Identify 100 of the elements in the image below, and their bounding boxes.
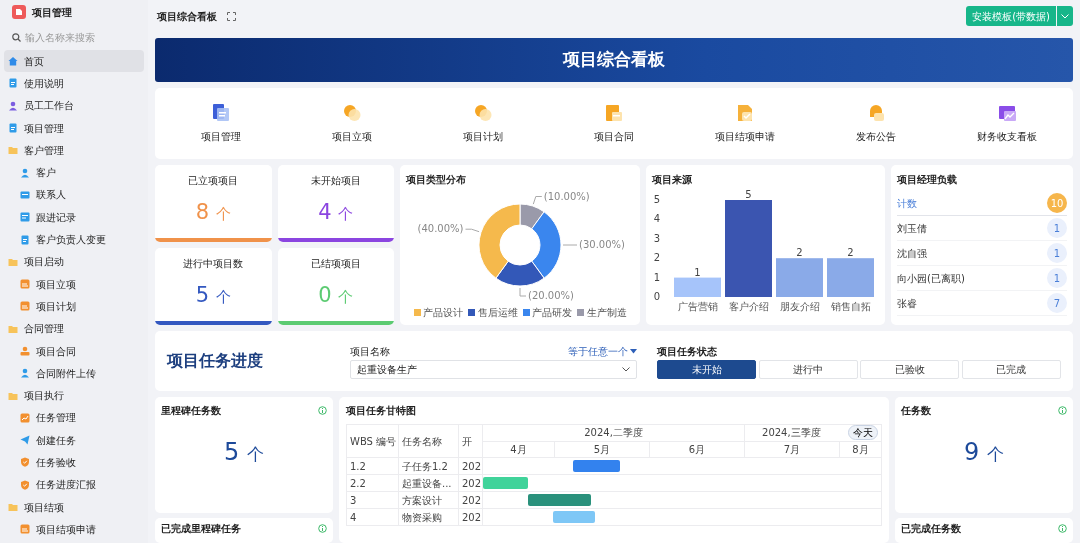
card-icon [20,189,30,200]
value-label: 2 [847,247,854,259]
folder-icon [8,390,18,401]
document-icon [20,279,30,290]
month-header: 7月 [744,441,840,458]
sidebar-item[interactable]: 任务验收 [4,451,144,474]
sidebar-item[interactable]: 首页 [4,50,144,73]
stamp-icon [20,346,30,356]
metric-value: 5 个 [223,440,265,464]
legend-label: 产品研发 [532,306,572,321]
shortcut-item[interactable]: 项目立项 [286,103,418,144]
info-icon [1058,524,1067,533]
section-title: 项目任务进度 [167,350,264,372]
table-cell: 202 [458,508,483,526]
status-button[interactable]: 已完成 [961,359,1061,379]
shield-icon [20,479,30,490]
document-icon [20,524,30,535]
home-icon [8,56,18,67]
sidebar-item[interactable]: 项目结项 [4,495,144,519]
sidebar-item[interactable]: 项目启动 [4,250,144,273]
status-button[interactable]: 未开始 [657,359,757,379]
caret-icon [1061,13,1069,19]
info-icon [1058,406,1067,415]
stat-value: 4 个 [318,202,354,223]
sidebar-item[interactable]: 项目执行 [4,384,144,407]
category-label: 朋友介绍 [779,301,820,313]
category-label: 销售自拓 [830,301,871,313]
sidebar-item[interactable]: 合同管理 [4,317,144,340]
today-button[interactable]: 今天 [848,425,878,441]
axis-tick: 5 [653,194,660,206]
shortcut-item[interactable]: 项目管理 [155,103,287,144]
stat-value: 0 个 [318,285,354,306]
shortcut-item[interactable]: 发布公告 [810,103,942,144]
shortcut-item[interactable]: 项目合同 [548,103,680,144]
field-label: 项目名称 [350,344,390,359]
sidebar-item[interactable]: 客户负责人变更 [4,228,144,251]
sidebar-item[interactable]: 使用说明 [4,72,144,95]
total-label: 计数 [897,196,917,211]
folder-icon [8,256,18,267]
sidebar-item[interactable]: 任务管理 [4,406,144,430]
sidebar-item[interactable]: 员工工作台 [4,94,144,117]
sidebar-item[interactable]: 客户 [4,161,144,184]
stat-value: 5 个 [195,285,231,306]
metric-value: 9 个 [963,440,1005,464]
project-select[interactable]: 起重设备生产 [350,359,637,379]
count-badge: 1 [1047,268,1067,289]
table-cell: 起重设备... [398,474,459,492]
card-title: 项目经理负载 [896,173,958,187]
count-badge: 1 [1047,243,1067,264]
table-cell: 方案设计 [398,491,459,509]
shortcut-item[interactable]: 财务收支看板 [941,103,1073,144]
sidebar-item[interactable]: 项目管理 [4,116,144,140]
sidebar-item[interactable]: 项目立项 [4,272,144,296]
dropdown-button[interactable] [1057,6,1073,26]
filter-mode-dropdown[interactable]: 等于任意一个 [567,343,637,360]
card-title: 项目任务甘特图 [346,404,417,418]
sidebar-item[interactable]: 项目合同 [4,339,144,363]
chart-title: 项目类型分布 [405,173,467,187]
legend-label: 产品设计 [423,306,463,321]
manager-name: 张睿 [897,296,917,311]
sidebar-item[interactable]: 任务进度汇报 [4,473,144,496]
month-header: 4月 [482,441,555,458]
legend-label: 生产制造 [586,306,627,321]
person-icon [20,167,30,178]
info-icon [318,524,327,533]
table-cell: 1.2 [346,457,399,475]
page-title: 项目综合看板 [157,9,217,24]
stat-value: 8 个 [195,202,231,223]
status-button[interactable]: 进行中 [758,359,858,379]
contract-icon [604,103,624,123]
shortcut-item[interactable]: 项目结项申请 [679,103,811,144]
sidebar-item[interactable]: 创建任务 [4,429,144,452]
legend-label: 售后运维 [477,306,518,321]
quarter-header: 2024,二季度 [482,424,745,441]
sidebar-item[interactable]: 合同附件上传 [4,362,144,385]
table-cell: 子任务1.2 [398,457,459,475]
bar [827,258,874,298]
sidebar-item[interactable]: 跟进记录 [4,206,144,229]
bubble-icon [341,103,362,123]
value-label: (30.00%) [579,239,625,251]
category-label: 客户介绍 [728,301,769,313]
leader-line [532,196,543,205]
manager-name: 向小园(已离职) [897,271,965,286]
sidebar-item[interactable]: 客户管理 [4,139,144,162]
table-cell: 202 [458,457,483,475]
leader-line [465,228,480,233]
sidebar-item[interactable]: 项目计划 [4,295,144,318]
document-icon [8,78,18,89]
folder-icon [8,502,18,513]
info-icon [318,406,327,415]
app-title: 项目管理 [32,5,72,20]
sidebar-item[interactable]: 联系人 [4,183,144,207]
bubble-icon [472,103,493,123]
shortcut-item[interactable]: 项目计划 [417,103,549,144]
chart-icon [997,103,1018,123]
field-label: 项目任务状态 [657,344,718,359]
sidebar-item[interactable]: 项目结项申请 [4,518,144,541]
status-button[interactable]: 已验收 [860,359,960,379]
table-cell: 物资采购 [398,508,459,526]
search-field[interactable]: 输入名称来搜索 [25,29,145,45]
